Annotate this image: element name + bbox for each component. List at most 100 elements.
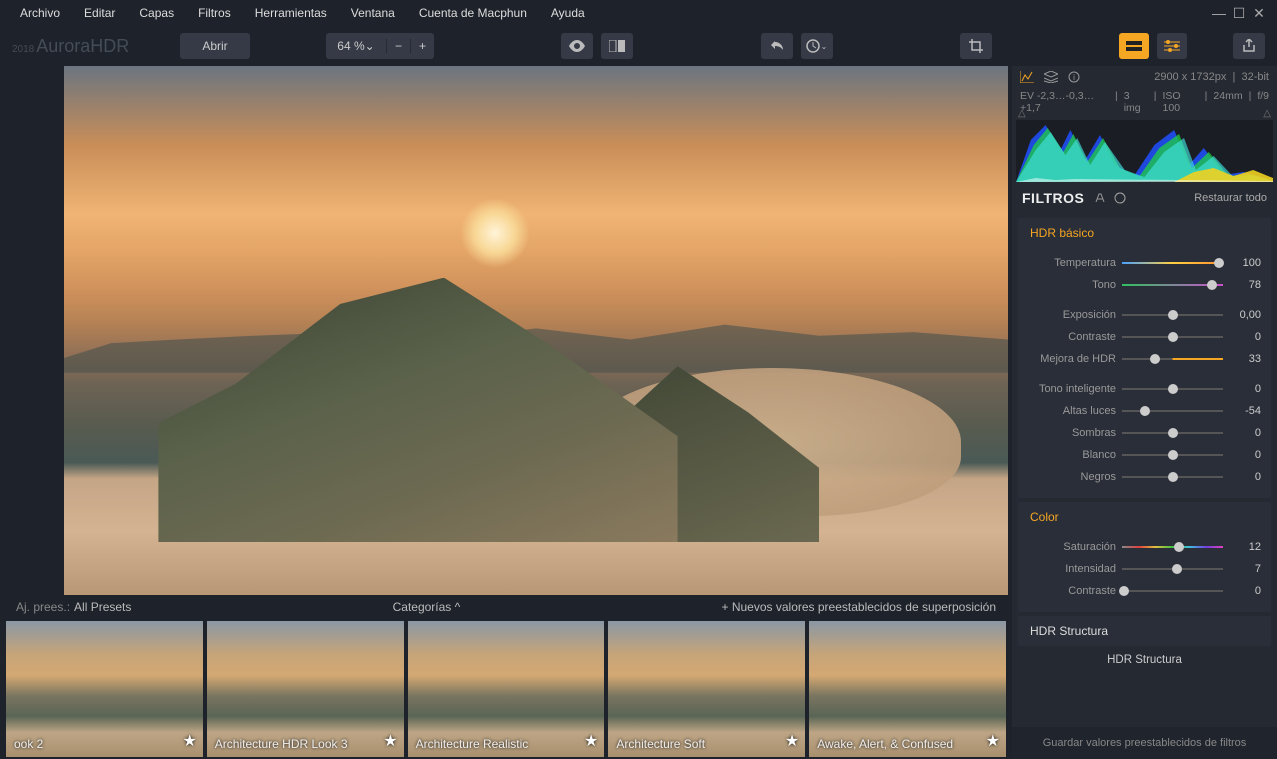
slider-knob[interactable] [1168,450,1178,460]
slider-contraste[interactable]: Contraste0 [1028,326,1261,348]
menu-herramientas[interactable]: Herramientas [243,2,339,24]
slider-contraste[interactable]: Contraste0 [1028,580,1261,602]
zoom-out-button[interactable]: − [386,39,410,53]
slider-sombras[interactable]: Sombras0 [1028,422,1261,444]
menu-filtros[interactable]: Filtros [186,2,243,24]
slider-tono-inteligente[interactable]: Tono inteligente 0 [1028,378,1261,400]
slider-knob[interactable] [1174,542,1184,552]
section-header-color[interactable]: Color [1018,502,1271,532]
slider-intensidad[interactable]: Intensidad 7 [1028,558,1261,580]
section-header-hdr-basico[interactable]: HDR básico [1018,218,1271,248]
info-tab-icon[interactable]: i [1068,71,1080,83]
preset-add[interactable]: + Nuevos valores preestablecidos de supe… [722,600,997,614]
compare-split-icon[interactable] [601,33,633,59]
slider-value: 100 [1229,257,1261,269]
menu-editar[interactable]: Editar [72,2,127,24]
slider-track[interactable] [1122,476,1223,478]
slider-knob[interactable] [1214,258,1224,268]
slider-track[interactable] [1122,284,1223,286]
slider-knob[interactable] [1168,310,1178,320]
preset-collection[interactable]: All Presets [74,600,131,614]
slider-knob[interactable] [1168,472,1178,482]
slider-label: Tono inteligente [1028,383,1116,395]
slider-track[interactable] [1122,454,1223,456]
slider-knob[interactable] [1168,384,1178,394]
favorite-star-icon[interactable]: ★ [584,731,598,751]
window-minimize-button[interactable]: — [1209,5,1229,21]
window-close-button[interactable]: ✕ [1249,5,1269,22]
export-icon[interactable] [1233,33,1265,59]
menu-bar: Archivo Editar Capas Filtros Herramienta… [0,0,1277,26]
menu-cuenta[interactable]: Cuenta de Macphun [407,2,539,24]
slider-track[interactable] [1122,262,1223,264]
histogram-tab-icon[interactable] [1020,71,1034,83]
crop-icon[interactable] [960,33,992,59]
slider-knob[interactable] [1168,428,1178,438]
zoom-in-button[interactable]: + [410,39,434,53]
slider-label: Intensidad [1028,563,1116,575]
open-button[interactable]: Abrir [180,33,250,59]
slider-track[interactable] [1122,358,1223,360]
lens-icon[interactable] [1114,192,1126,204]
transform-icon[interactable] [1094,192,1106,204]
history-icon[interactable]: ⌄ [801,33,833,59]
slider-label: Contraste [1028,331,1116,343]
slider-value: 0 [1229,427,1261,439]
slider-label: Negros [1028,471,1116,483]
slider-track[interactable] [1122,432,1223,434]
slider-knob[interactable] [1140,406,1150,416]
preset-thumb[interactable]: ook 2★ [6,621,203,757]
undo-icon[interactable] [761,33,793,59]
slider-track[interactable] [1122,388,1223,390]
slider-exposición[interactable]: Exposición0,00 [1028,304,1261,326]
slider-knob[interactable] [1172,564,1182,574]
favorite-star-icon[interactable]: ★ [986,731,1000,751]
slider-track[interactable] [1122,546,1223,548]
slider-knob[interactable] [1168,332,1178,342]
preview-eye-icon[interactable] [561,33,593,59]
panel-sliders-icon[interactable] [1157,33,1187,59]
slider-tono[interactable]: Tono78 [1028,274,1261,296]
slider-altas-luces[interactable]: Altas luces-54 [1028,400,1261,422]
zoom-level[interactable]: 64 %⌄ [326,39,386,53]
slider-mejora-de-hdr[interactable]: Mejora de HDR33 [1028,348,1261,370]
slider-blanco[interactable]: Blanco0 [1028,444,1261,466]
histogram: △△ [1016,120,1273,182]
slider-value: 7 [1229,563,1261,575]
slider-knob[interactable] [1119,586,1129,596]
preset-thumb[interactable]: Architecture Soft★ [608,621,805,757]
slider-track[interactable] [1122,336,1223,338]
image-meta: EV -2,3…-0,3…+1,7|3 img|ISO 100|24mm|f/9 [1012,88,1277,120]
slider-temperatura[interactable]: Temperatura100 [1028,252,1261,274]
slider-track[interactable] [1122,410,1223,412]
slider-track[interactable] [1122,590,1223,592]
slider-track[interactable] [1122,568,1223,570]
favorite-star-icon[interactable]: ★ [182,731,196,751]
slider-track[interactable] [1122,314,1223,316]
preset-strip: ook 2★Architecture HDR Look 3★Architectu… [4,619,1008,759]
slider-negros[interactable]: Negros0 [1028,466,1261,488]
menu-ventana[interactable]: Ventana [339,2,407,24]
restore-all-button[interactable]: Restaurar todo [1194,192,1267,204]
layers-tab-icon[interactable] [1044,71,1058,83]
preset-thumb[interactable]: Awake, Alert, & Confused ★ [809,621,1006,757]
slider-value: 0 [1229,383,1261,395]
window-maximize-button[interactable]: ☐ [1229,5,1249,22]
favorite-star-icon[interactable]: ★ [785,731,799,751]
slider-knob[interactable] [1207,280,1217,290]
preset-categories[interactable]: Categorías ^ [131,600,721,614]
save-preset-button[interactable]: Guardar valores preestablecidos de filtr… [1012,727,1277,759]
slider-saturación[interactable]: Saturación12 [1028,536,1261,558]
favorite-star-icon[interactable]: ★ [383,731,397,751]
menu-archivo[interactable]: Archivo [8,2,72,24]
slider-knob[interactable] [1150,354,1160,364]
panel-presets-icon[interactable] [1119,33,1149,59]
preset-thumb[interactable]: Architecture Realistic★ [408,621,605,757]
menu-ayuda[interactable]: Ayuda [539,2,597,24]
image-dimensions: 2900 x 1732px | 32-bit [1154,71,1269,83]
preset-name: Awake, Alert, & Confused [817,737,953,751]
section-header-structura[interactable]: HDR Structura [1018,616,1271,646]
image-canvas[interactable] [64,66,1008,595]
menu-capas[interactable]: Capas [127,2,186,24]
preset-thumb[interactable]: Architecture HDR Look 3★ [207,621,404,757]
